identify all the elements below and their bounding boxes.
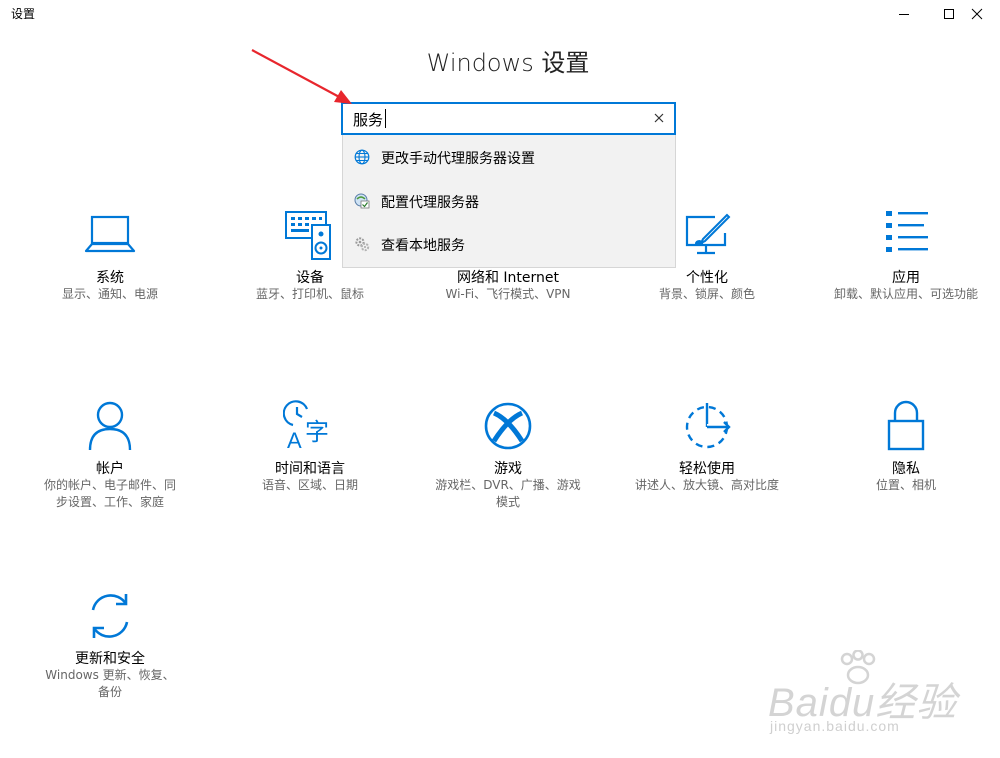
tile-time-language[interactable]: A 字 时间和语言 语音、区域、日期 [215, 398, 405, 518]
tile-name: 设备 [296, 270, 324, 286]
tile-name: 更新和安全 [75, 651, 145, 667]
person-icon [88, 401, 132, 451]
text-caret [385, 109, 386, 128]
tile-description: 蓝牙、打印机、鼠标 [255, 287, 364, 301]
tile-name: 轻松使用 [679, 461, 735, 477]
globe-icon [354, 149, 370, 165]
suggestion-item[interactable]: 更改手动代理服务器设置 [343, 137, 675, 177]
watermark-url: jingyan.baidu.com [770, 718, 900, 734]
minimize-icon [899, 14, 909, 15]
suggestion-label: 更改手动代理服务器设置 [381, 151, 535, 167]
tile-name: 游戏 [494, 461, 522, 477]
time-language-icon: A 字 [283, 400, 329, 452]
keyboard-speaker-icon [285, 211, 331, 260]
tile-gaming[interactable]: 游戏 游戏栏、DVR、广播、游戏模式 [413, 398, 603, 518]
ease-of-access-icon [685, 403, 731, 449]
tile-description: 语音、区域、日期 [261, 478, 358, 492]
close-button[interactable] [954, 0, 1000, 28]
tile-personalization[interactable]: 个性化 背景、锁屏、颜色 [612, 205, 802, 305]
tile-apps[interactable]: 应用 卸载、默认应用、可选功能 [811, 205, 1000, 305]
tile-name: 个性化 [686, 270, 728, 286]
clear-search-button[interactable] [650, 109, 668, 127]
tile-devices[interactable]: 设备 蓝牙、打印机、鼠标 [215, 205, 405, 305]
tile-name: 应用 [892, 270, 920, 286]
tile-description: 你的帐户、电子邮件、同步设置、工作、家庭 [43, 478, 176, 509]
tile-description: Wi-Fi、飞行模式、VPN [445, 287, 571, 301]
page-heading: Windows 设置 [426, 49, 590, 77]
xbox-icon [484, 402, 532, 450]
tile-description: 游戏栏、DVR、广播、游戏模式 [435, 478, 581, 509]
laptop-icon [84, 215, 136, 253]
tile-description: 显示、通知、电源 [61, 287, 158, 301]
tile-name: 时间和语言 [275, 461, 345, 477]
tile-name: 网络和 Internet [456, 270, 560, 286]
search-input[interactable]: 服务 [341, 102, 676, 135]
paint-brush-icon [685, 213, 731, 255]
close-icon [654, 113, 664, 123]
tile-update-security[interactable]: 更新和安全 Windows 更新、恢复、备份 [15, 588, 205, 708]
window-title: 设置 [11, 7, 36, 21]
title-bar: 设置 [0, 0, 1000, 28]
svg-text:A: A [287, 428, 302, 452]
tile-privacy[interactable]: 隐私 位置、相机 [811, 398, 1000, 518]
tile-name: 隐私 [892, 461, 920, 477]
svg-text:字: 字 [305, 418, 329, 446]
watermark: Baidu经验 jingyan.baidu.com [760, 650, 960, 740]
tile-description: 讲述人、放大镜、高对比度 [634, 478, 779, 492]
tile-description: 位置、相机 [875, 478, 936, 492]
lock-icon [887, 400, 925, 451]
tile-ease-of-access[interactable]: 轻松使用 讲述人、放大镜、高对比度 [612, 398, 802, 518]
sync-icon [91, 594, 129, 638]
tile-description: 背景、锁屏、颜色 [658, 287, 755, 301]
minimize-button[interactable] [881, 0, 927, 28]
tile-description: 卸载、默认应用、可选功能 [833, 287, 978, 301]
tile-accounts[interactable]: 帐户 你的帐户、电子邮件、同步设置、工作、家庭 [15, 398, 205, 518]
tile-name: 帐户 [96, 461, 124, 477]
tile-network[interactable]: 网络和 Internet Wi-Fi、飞行模式、VPN [413, 205, 603, 305]
tile-description: Windows 更新、恢复、备份 [45, 668, 175, 699]
tile-name: 系统 [96, 270, 124, 286]
apps-list-icon [886, 211, 928, 252]
close-icon [971, 8, 983, 20]
search-input-value: 服务 [353, 111, 384, 129]
tile-system[interactable]: 系统 显示、通知、电源 [15, 205, 205, 305]
